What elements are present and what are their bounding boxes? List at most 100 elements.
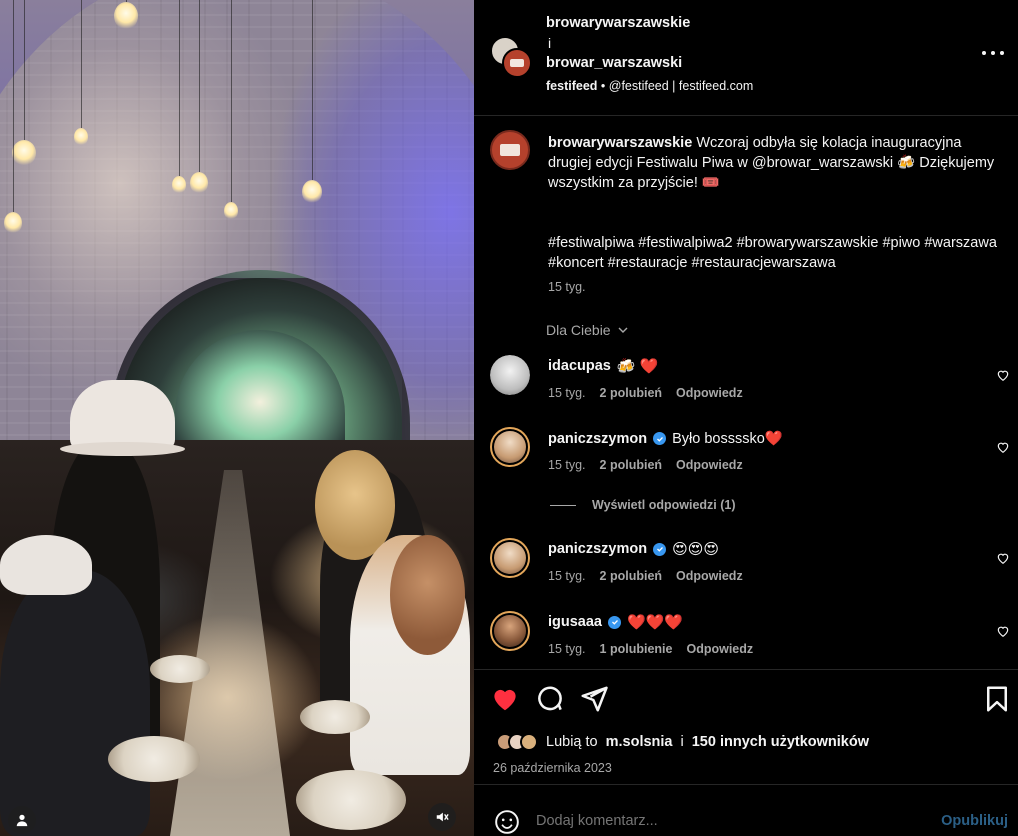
liker-avatars <box>496 733 538 751</box>
comment-text: Było bossssko❤️ <box>672 431 783 447</box>
comment-likes[interactable]: 2 polubień <box>600 386 663 400</box>
white-hat <box>60 380 185 456</box>
post-photo[interactable] <box>0 0 474 836</box>
collab-avatars[interactable] <box>490 36 532 78</box>
likes-summary[interactable]: Lubią to m.solsnia i 150 innych użytkown… <box>496 733 869 751</box>
plate <box>300 700 370 734</box>
heart-outline-icon[interactable] <box>996 368 1010 382</box>
plate <box>296 770 406 830</box>
comment-username[interactable]: igusaaa <box>548 614 602 630</box>
caption-text: browarywarszawskie Wczoraj odbyła się ko… <box>548 133 1000 193</box>
heart-outline-icon[interactable] <box>996 440 1010 454</box>
comment-text: 😍😍😍 <box>672 540 720 558</box>
filter-label: Dla Ciebie <box>546 322 611 338</box>
likes-middle: i <box>680 734 684 750</box>
post-panel: browarywarszawskie i browar_warszawski f… <box>474 0 1018 836</box>
comment-time: 15 tyg. <box>548 642 586 656</box>
light-bulb <box>114 0 138 30</box>
share-icon[interactable] <box>579 684 609 714</box>
sub-account[interactable]: festifeed <box>546 79 597 93</box>
avatar <box>502 48 532 78</box>
light-bulb <box>190 0 208 194</box>
light-bulb <box>172 0 186 194</box>
reply-button[interactable]: Odpowiedz <box>676 569 743 583</box>
comment-filter[interactable]: Dla Ciebie <box>546 322 629 338</box>
comment-username[interactable]: idacupas <box>548 358 611 374</box>
view-replies-button[interactable]: Wyświetl odpowiedzi (1) <box>550 498 736 512</box>
verified-icon <box>653 542 667 556</box>
comment-line: igusaaa ❤️❤️❤️ <box>548 614 683 630</box>
more-icon <box>982 51 986 55</box>
light-bulb <box>4 0 22 234</box>
comment-line: paniczszymon Było bossssko❤️ <box>548 430 783 448</box>
comment-likes[interactable]: 2 polubień <box>600 458 663 472</box>
more-options-button[interactable] <box>982 46 1004 60</box>
account-name-1[interactable]: browarywarszawskie <box>546 15 690 31</box>
comment-likes[interactable]: 2 polubień <box>600 569 663 583</box>
comment-meta: 15 tyg. 2 polubień Odpowiedz <box>548 458 743 472</box>
caption-username[interactable]: browarywarszawskie <box>548 135 692 151</box>
plate <box>150 655 210 683</box>
comment-line: paniczszymon 😍😍😍 <box>548 541 719 557</box>
reply-button[interactable]: Odpowiedz <box>676 386 743 400</box>
post-actions: Lubią to m.solsnia i 150 innych użytkown… <box>474 669 1018 784</box>
mute-button[interactable] <box>428 803 456 831</box>
comment: paniczszymon 😍😍😍 15 tyg. 2 polubień Odpo… <box>474 538 1018 598</box>
account-name-2[interactable]: browar_warszawski <box>546 55 682 71</box>
comment-likes[interactable]: 1 polubienie <box>600 642 673 656</box>
sub-text[interactable]: @festifeed | festifeed.com <box>609 79 753 93</box>
avatar[interactable] <box>490 130 530 170</box>
comment-input[interactable] <box>536 813 896 829</box>
smile-icon[interactable] <box>494 809 520 835</box>
reply-button[interactable]: Odpowiedz <box>676 458 743 472</box>
avatar[interactable] <box>490 427 530 467</box>
comment-time: 15 tyg. <box>548 386 586 400</box>
comment: idacupas 🍻 ❤️ 15 tyg. 2 polubień Odpowie… <box>474 355 1018 415</box>
verified-icon <box>608 615 621 629</box>
comment-meta: 15 tyg. 2 polubień Odpowiedz <box>548 569 743 583</box>
comment-username[interactable]: paniczszymon <box>548 541 647 557</box>
plate <box>108 736 200 782</box>
replies-dash <box>550 504 576 506</box>
comment: paniczszymon Było bossssko❤️ 15 tyg. 2 p… <box>474 427 1018 487</box>
heart-filled-icon[interactable] <box>490 684 520 714</box>
chevron-down-icon <box>618 327 628 333</box>
likes-prefix: Lubią to <box>546 734 598 750</box>
heart-outline-icon[interactable] <box>996 624 1010 638</box>
likes-user[interactable]: m.solsnia <box>606 734 673 750</box>
light-bulb <box>224 0 238 220</box>
comment: igusaaa ❤️❤️❤️ 15 tyg. 1 polubienie Odpo… <box>474 611 1018 671</box>
comment-text: ❤️❤️❤️ <box>627 613 684 631</box>
reply-button[interactable]: Odpowiedz <box>686 642 753 656</box>
comment-meta: 15 tyg. 1 polubienie Odpowiedz <box>548 642 753 656</box>
guest-hair <box>390 535 465 655</box>
likes-others[interactable]: 150 innych użytkowników <box>692 734 869 750</box>
light-bulb <box>12 0 36 166</box>
comment-username[interactable]: paniczszymon <box>548 431 647 447</box>
post-header: browarywarszawskie i browar_warszawski f… <box>474 0 1018 116</box>
account-joiner: i <box>548 35 552 51</box>
comment-icon[interactable] <box>535 684 565 714</box>
avatar[interactable] <box>490 611 530 651</box>
bookmark-icon[interactable] <box>982 684 1012 714</box>
user-tag-icon <box>16 814 28 827</box>
verified-icon <box>653 432 667 445</box>
audio-credit: festifeed • @festifeed | festifeed.com <box>546 79 753 93</box>
light-bulb <box>302 0 322 204</box>
comment-time: 15 tyg. <box>548 569 586 583</box>
avatar[interactable] <box>490 538 530 578</box>
sub-separator: • <box>600 79 606 93</box>
user-tag-button[interactable] <box>8 806 36 834</box>
white-beanie <box>0 535 92 595</box>
comment-text: 🍻 ❤️ <box>616 357 659 375</box>
post-date: 26 października 2023 <box>493 761 612 775</box>
publish-button[interactable]: Opublikuj <box>941 813 1008 829</box>
comment-line: idacupas 🍻 ❤️ <box>548 358 658 374</box>
heart-outline-icon[interactable] <box>996 551 1010 565</box>
mute-icon <box>436 812 449 822</box>
view-replies-label: Wyświetl odpowiedzi (1) <box>592 498 736 512</box>
caption-hashtags[interactable]: #festiwalpiwa #festiwalpiwa2 #browarywar… <box>548 233 1000 273</box>
avatar[interactable] <box>490 355 530 395</box>
comment-meta: 15 tyg. 2 polubień Odpowiedz <box>548 386 743 400</box>
guest <box>0 570 150 836</box>
